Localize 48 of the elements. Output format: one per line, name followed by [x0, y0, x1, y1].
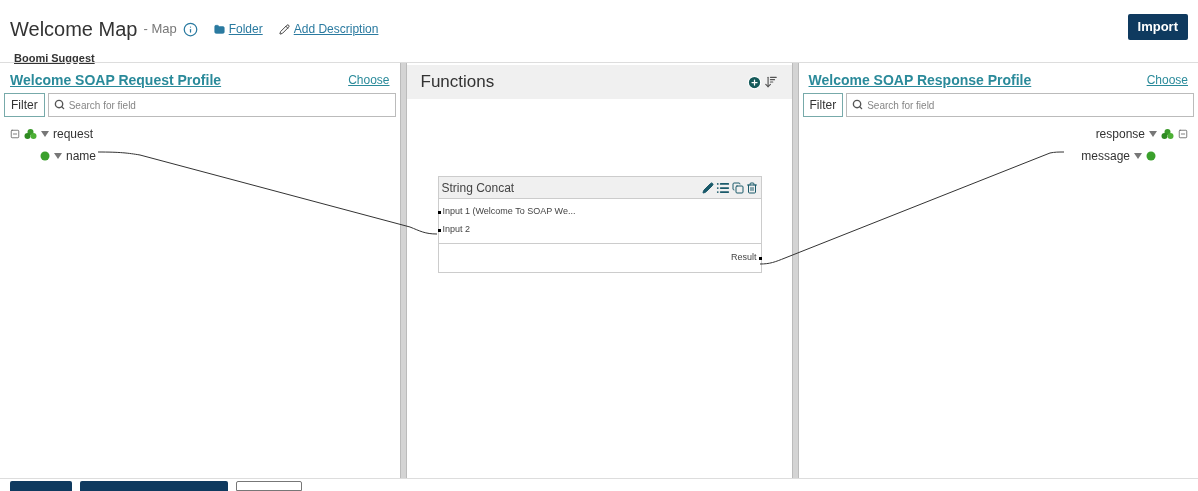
trash-icon — [745, 181, 758, 194]
filter-button[interactable]: Filter — [802, 93, 844, 117]
profile-title[interactable]: Welcome SOAP Response Profile — [808, 69, 1032, 91]
search-icon — [53, 99, 65, 110]
caret-icon[interactable] — [54, 153, 62, 159]
pencil-icon — [701, 181, 714, 194]
collapse-icon — [10, 129, 20, 139]
tree-node[interactable]: response — [1095, 125, 1145, 143]
tree-node[interactable]: name — [66, 147, 97, 165]
caret-icon[interactable] — [1134, 153, 1142, 159]
suggest-link[interactable]: Boomi Suggest — [14, 50, 95, 67]
caret-icon[interactable] — [1149, 131, 1157, 137]
folder-link[interactable]: Folder — [213, 20, 263, 38]
list-icon — [715, 180, 730, 195]
profile-title[interactable]: Welcome SOAP Request Profile — [10, 69, 222, 91]
info-icon — [182, 21, 198, 37]
functions-title: Functions — [420, 71, 495, 94]
import-button[interactable]: Import — [1127, 14, 1188, 40]
splitter-handle[interactable] — [791, 63, 799, 478]
choose-link[interactable]: Choose — [348, 71, 390, 89]
tree-node[interactable]: request — [53, 125, 94, 143]
element-icon — [40, 151, 50, 161]
caret-icon[interactable] — [41, 131, 49, 137]
function-name: String Concat — [441, 179, 515, 197]
pencil-icon — [278, 23, 290, 35]
element-icon — [1146, 151, 1156, 161]
splitter-handle[interactable] — [399, 63, 407, 478]
choose-link[interactable]: Choose — [1146, 71, 1188, 89]
function-card[interactable]: String Concat Input 1 (Welcome To SOAP We... Input 2 Result — [437, 176, 762, 273]
folder-icon — [213, 23, 225, 35]
filter-button[interactable]: Filter — [4, 93, 45, 117]
search-field[interactable]: Search for field — [846, 93, 1194, 117]
sort-icon — [763, 75, 778, 89]
element-group-icon — [1161, 129, 1174, 139]
button[interactable] — [236, 481, 302, 491]
map-type: - Map — [143, 20, 177, 39]
output-label: Result — [731, 251, 757, 265]
tree-node[interactable]: message — [1081, 147, 1130, 165]
description-link[interactable]: Add Description — [278, 20, 379, 38]
input-label: Input 2 — [442, 223, 471, 237]
input-label: Input 1 (Welcome To SOAP We... — [442, 205, 576, 219]
search-icon — [852, 99, 864, 110]
copy-icon — [731, 181, 744, 194]
collapse-icon — [1178, 129, 1188, 139]
search-field[interactable]: Search for field — [47, 93, 396, 117]
element-group-icon — [24, 129, 37, 139]
add-icon — [746, 74, 762, 90]
map-title: Welcome Map — [10, 17, 138, 42]
